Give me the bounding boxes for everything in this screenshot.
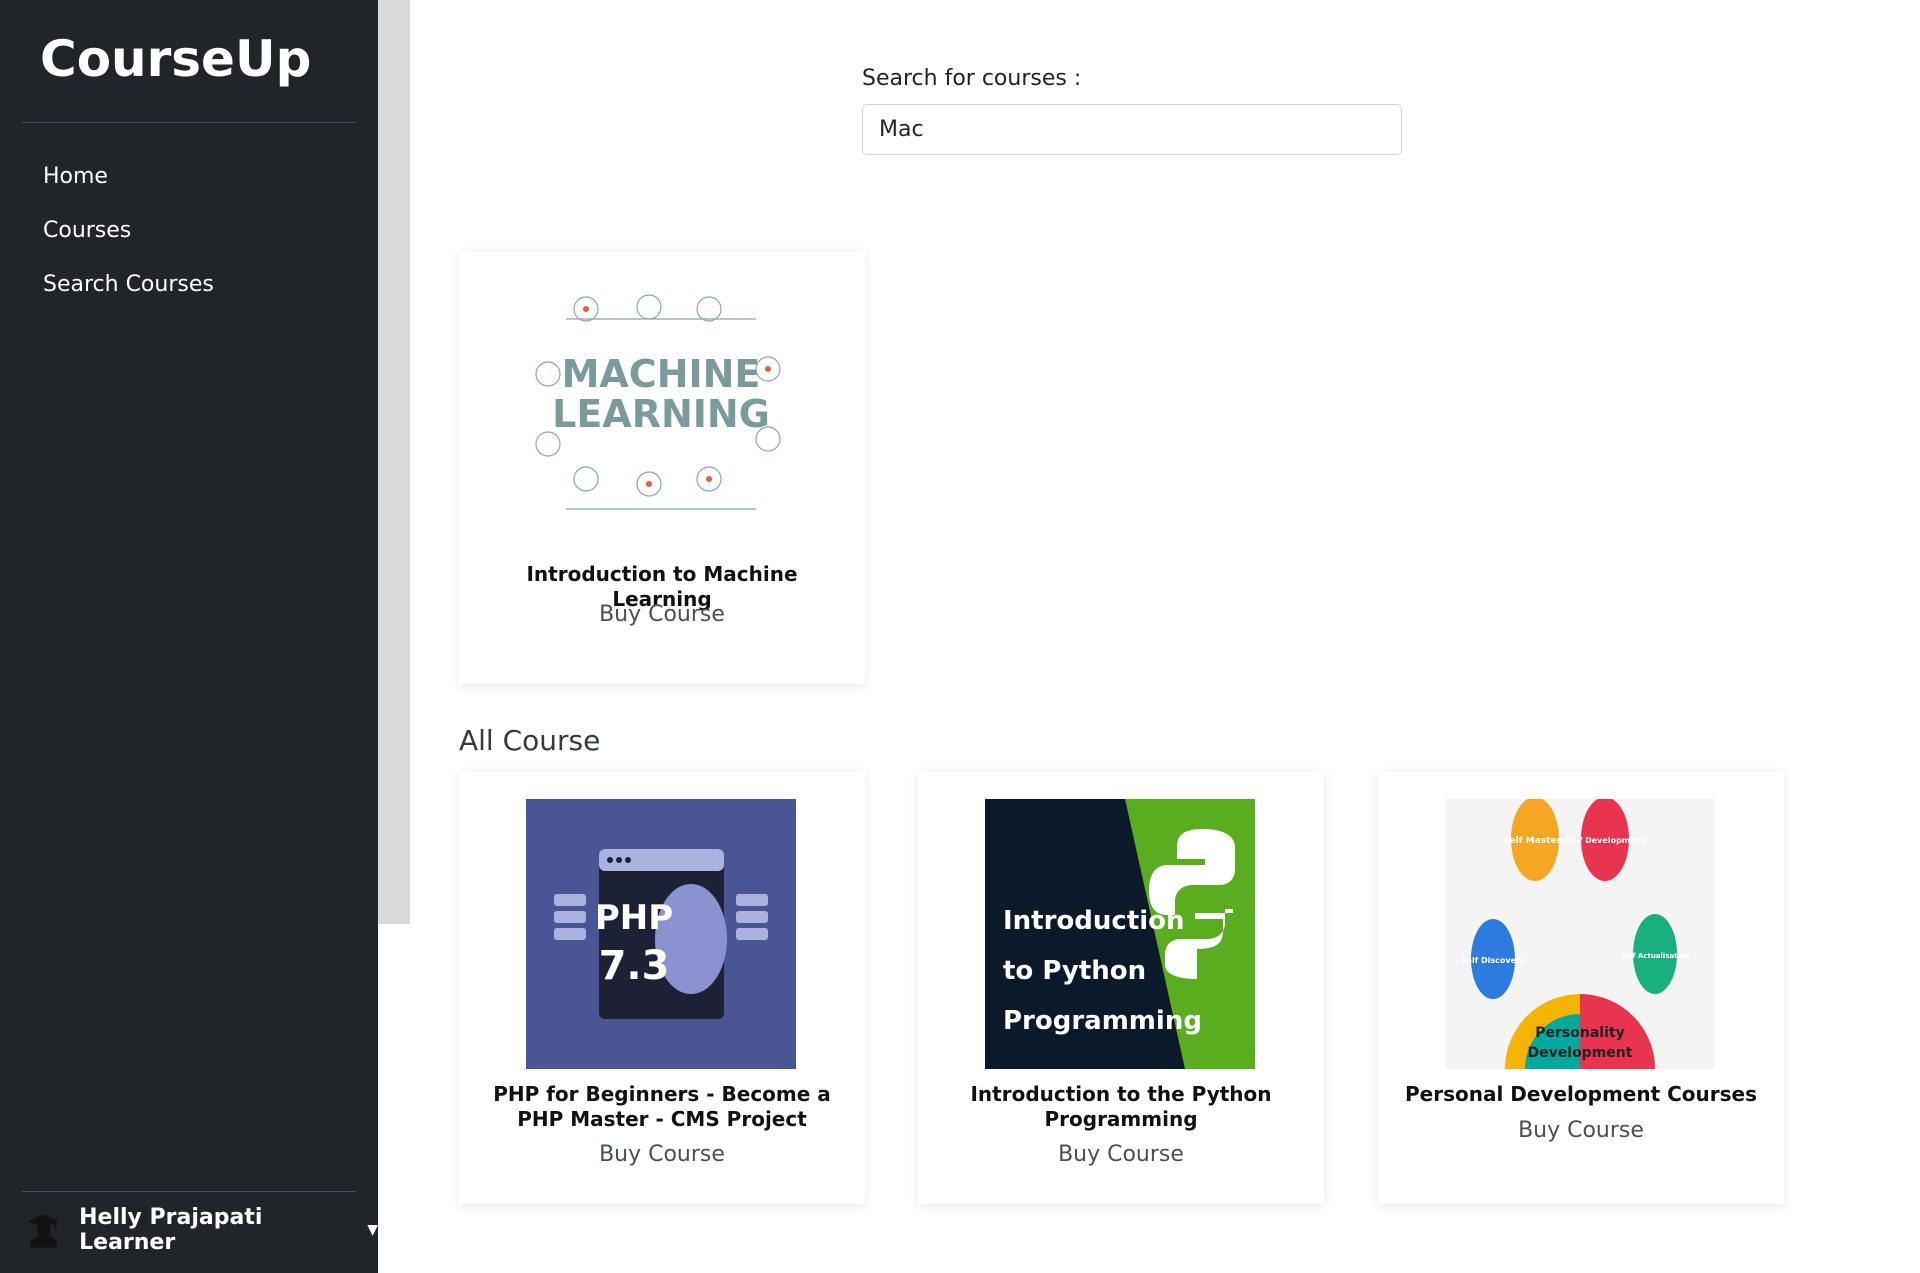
pd-thumb-line4: Self Actualisation [1620, 952, 1690, 960]
php-thumb-line2: 7.3 [599, 943, 670, 989]
search-label: Search for courses : [862, 66, 1082, 91]
pd-thumb-line5: Personality [1535, 1025, 1624, 1041]
pd-thumb-line2: Self Development [1565, 836, 1645, 845]
ml-thumb-line2: LEARNING [552, 392, 770, 436]
buy-course-button[interactable]: Buy Course [459, 602, 865, 627]
user-name: Helly Prajapati Learner [79, 1205, 263, 1255]
course-title: Introduction to the Python Programming [970, 1082, 1272, 1131]
graduate-avatar-icon [27, 1214, 60, 1248]
buy-course-button[interactable]: Buy Course [1378, 1118, 1784, 1143]
php-thumb-line1: PHP [595, 898, 673, 938]
ml-thumb-line1: MACHINE [562, 352, 761, 396]
python-thumb-line2: to Python [1003, 956, 1146, 986]
course-card-personal-development: Self Mastery Self Development Self Disco… [1378, 772, 1784, 1204]
sidebar-divider [22, 122, 356, 123]
course-thumbnail-personal-development: Self Mastery Self Development Self Disco… [1445, 799, 1715, 1069]
python-thumb-line3: Programming [1003, 1006, 1202, 1036]
pd-thumb-line6: Development [1528, 1045, 1633, 1061]
course-thumbnail-php: PHP 7.3 [526, 799, 796, 1069]
sidebar-item-home[interactable]: Home [0, 150, 378, 204]
pd-thumb-line1: Self Mastery [1503, 836, 1567, 846]
pd-thumb-line3: Self Discovery [1461, 956, 1526, 965]
brand-logo[interactable]: CourseUp [40, 30, 311, 88]
sidebar-gutter [378, 0, 410, 924]
course-card-php: PHP 7.3 PHP for Beginners - Become a PHP… [459, 772, 865, 1204]
course-title: PHP for Beginners - Become a PHP Master … [493, 1082, 831, 1131]
caret-down-icon: ▼ [367, 1222, 378, 1238]
course-title: Personal Development Courses [1404, 1082, 1758, 1106]
course-card-python: Introduction to Python Programming Intro… [918, 772, 1324, 1204]
sidebar: CourseUp Home Courses Search Courses Hel… [0, 0, 378, 1273]
python-thumb-line1: Introduction [1003, 906, 1185, 936]
buy-course-button[interactable]: Buy Course [459, 1142, 865, 1167]
sidebar-nav: Home Courses Search Courses [0, 150, 378, 312]
buy-course-button[interactable]: Buy Course [918, 1142, 1324, 1167]
section-heading-all-course: All Course [459, 724, 601, 757]
sidebar-item-search-courses[interactable]: Search Courses [0, 258, 378, 312]
course-card-machine-learning: MACHINE LEARNING Introduction to Machine… [459, 252, 865, 684]
search-input[interactable] [862, 104, 1402, 155]
sidebar-item-courses[interactable]: Courses [0, 204, 378, 258]
course-thumbnail-machine-learning: MACHINE LEARNING [526, 279, 796, 549]
course-thumbnail-python: Introduction to Python Programming [985, 799, 1255, 1069]
user-menu[interactable]: Helly Prajapati Learner ▼ [26, 1205, 378, 1255]
sidebar-divider [22, 1191, 356, 1192]
